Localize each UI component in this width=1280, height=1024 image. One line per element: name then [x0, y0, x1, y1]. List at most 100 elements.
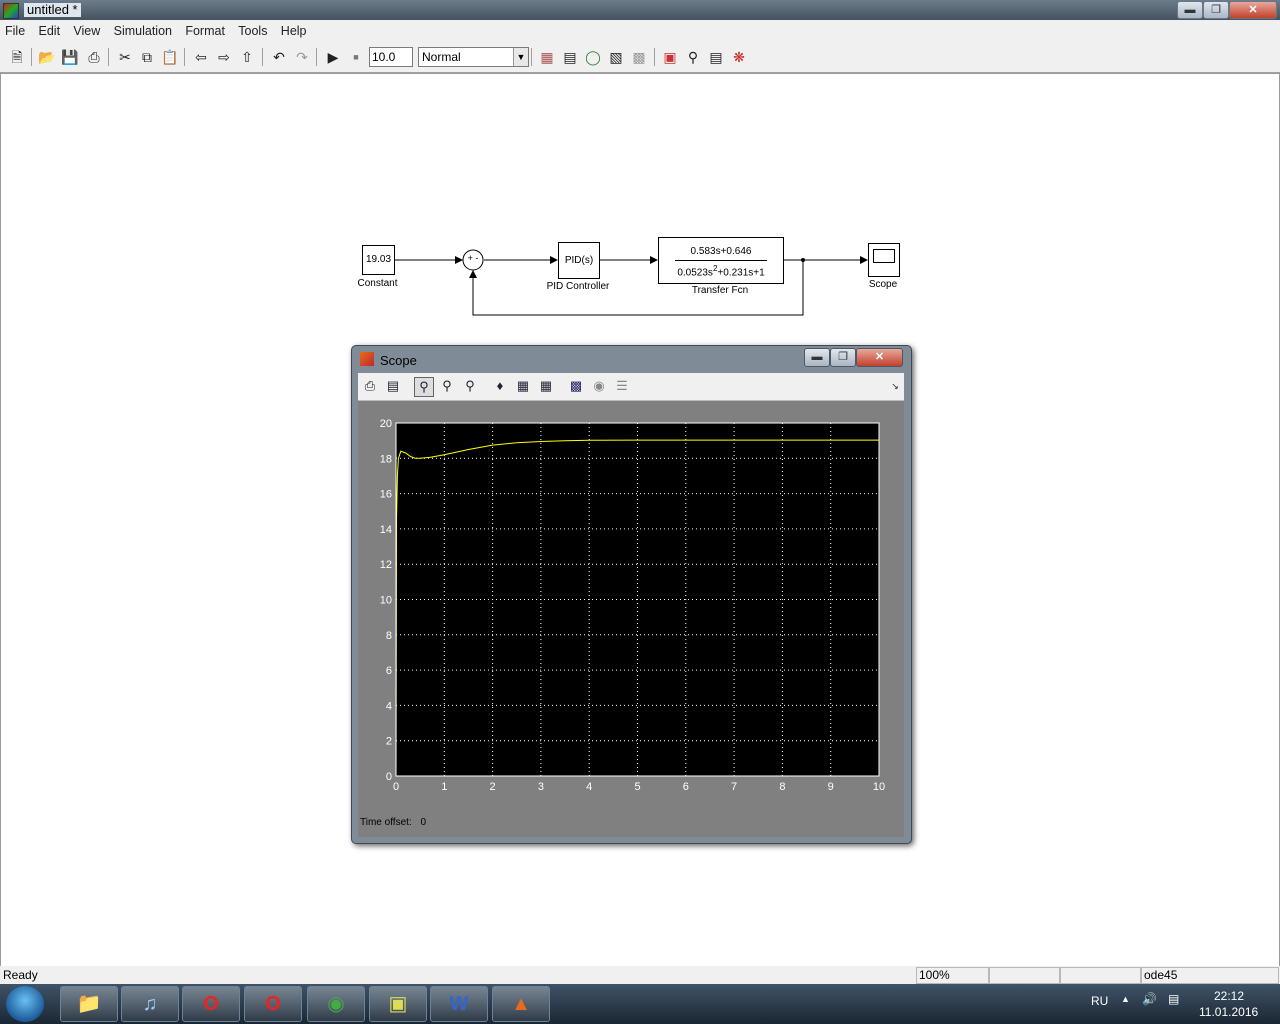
cut-icon[interactable]: ✂ — [116, 48, 134, 66]
restore-axes-icon[interactable]: ▦ — [537, 377, 555, 395]
y-tick-label: 10 — [380, 595, 392, 607]
help-icon[interactable]: ❋ — [730, 48, 748, 66]
undo-icon[interactable]: ↶ — [270, 48, 288, 66]
clock-date[interactable]: 11.01.2016 — [1199, 1005, 1258, 1019]
scope-minimize-button[interactable]: ▬ — [804, 348, 830, 367]
scope-maximize-button[interactable]: ❐ — [830, 348, 856, 367]
up-icon[interactable]: ⇧ — [238, 48, 256, 66]
scope-toolbar: ⎙ ▤ ⚲ ⚲ ⚲ ♦ ▦ ▦ ▩ ◉ ☰ ↘ — [358, 373, 904, 401]
menu-bar: File Edit View Simulation Format Tools H… — [0, 20, 1280, 42]
find-icon[interactable]: ⚲ — [684, 48, 702, 66]
print-icon[interactable]: ⎙ — [361, 377, 379, 395]
matlab-icon[interactable]: ▲ — [492, 986, 550, 1022]
library-browser-icon[interactable]: ▦ — [538, 48, 556, 66]
back-icon[interactable]: ⇦ — [192, 48, 210, 66]
x-tick-label: 5 — [634, 781, 640, 793]
model-explorer-icon[interactable]: ▤ — [561, 48, 579, 66]
autoscale-icon[interactable]: ♦ — [491, 377, 509, 395]
x-tick-label: 8 — [779, 781, 785, 793]
y-tick-label: 14 — [380, 524, 392, 536]
tf-denominator: 0.0523s2+0.231s+1 — [677, 264, 765, 279]
scope-label: Scope — [868, 279, 898, 290]
scope-block[interactable] — [868, 243, 900, 277]
close-button[interactable]: ✕ — [1229, 1, 1277, 19]
signal-selection-icon[interactable]: ☰ — [613, 377, 631, 395]
model-advisor-icon[interactable]: ▤ — [707, 48, 725, 66]
minimize-button[interactable]: ▬ — [1177, 1, 1203, 19]
zoom-x-icon[interactable]: ⚲ — [438, 377, 456, 395]
transfer-fcn-block[interactable]: 0.583s+0.646 0.0523s2+0.231s+1 — [658, 237, 784, 284]
menu-tools[interactable]: Tools — [233, 20, 272, 42]
save-axes-icon[interactable]: ▦ — [514, 377, 532, 395]
time-offset-label: Time offset: — [360, 817, 412, 828]
open-icon[interactable]: 📂 — [38, 48, 56, 66]
menu-format[interactable]: Format — [180, 20, 230, 42]
debugger-icon[interactable]: ◯ — [584, 48, 602, 66]
y-tick-label: 16 — [380, 489, 392, 501]
x-tick-label: 7 — [731, 781, 737, 793]
toolbar: 🗎 📂 💾 ⎙ ✂ ⧉ 📋 ⇦ ⇨ ⇧ ↶ ↷ ▶ ■ 10.0 Normal … — [0, 42, 1280, 73]
status-cell-empty — [989, 967, 1060, 984]
menu-simulation[interactable]: Simulation — [109, 20, 177, 42]
notes-icon[interactable]: ▣ — [369, 986, 427, 1022]
matlab-figure-icon — [360, 352, 374, 366]
clock-time[interactable]: 22:12 — [1214, 989, 1244, 1003]
solver-name: ode45 — [1141, 967, 1279, 984]
maximize-button[interactable]: ❐ — [1203, 1, 1229, 19]
volume-icon[interactable]: 🔊 — [1142, 992, 1157, 1006]
opera-icon[interactable]: O — [182, 986, 240, 1022]
build-icon[interactable]: ▧ — [607, 48, 625, 66]
menu-file[interactable]: File — [0, 20, 30, 42]
opera-icon[interactable]: O — [244, 986, 302, 1022]
menu-view[interactable]: View — [68, 20, 105, 42]
word-icon[interactable]: W — [430, 986, 488, 1022]
stop-icon[interactable]: ■ — [347, 48, 365, 66]
play-icon[interactable]: ▶ — [324, 48, 342, 66]
zoom-y-icon[interactable]: ⚲ — [461, 377, 479, 395]
start-button[interactable] — [6, 986, 44, 1022]
scope-window[interactable]: Scope ▬ ❐ ✕ ⎙ ▤ ⚲ ⚲ ⚲ ♦ ▦ ▦ ▩ ◉ ☰ ↘ 0123… — [351, 345, 912, 844]
x-tick-label: 0 — [393, 781, 399, 793]
forward-icon[interactable]: ⇨ — [215, 48, 233, 66]
dock-arrow-icon[interactable]: ↘ — [886, 377, 904, 395]
floating-scope-icon[interactable]: ▩ — [567, 377, 585, 395]
network-icon[interactable]: ▤ — [1168, 992, 1179, 1006]
zoom-level: 100% — [916, 967, 989, 984]
constant-label: Constant — [357, 278, 398, 289]
pid-controller-block[interactable]: PID(s) — [558, 242, 600, 279]
title-bar: untitled * ▬ ❐ ✕ — [0, 0, 1280, 20]
language-indicator[interactable]: RU — [1091, 994, 1108, 1008]
chrome-icon[interactable]: ◉ — [307, 986, 365, 1022]
x-tick-label: 6 — [683, 781, 689, 793]
menu-edit[interactable]: Edit — [34, 20, 66, 42]
window-title: untitled * — [24, 3, 81, 17]
music-icon[interactable]: ♫ — [121, 986, 179, 1022]
x-tick-label: 9 — [828, 781, 834, 793]
toolbar-separator — [316, 48, 317, 66]
scope-window-title: Scope — [380, 353, 417, 368]
stop-time-input[interactable]: 10.0 — [369, 47, 413, 67]
zoom-icon[interactable]: ⚲ — [414, 377, 434, 397]
scope-close-button[interactable]: ✕ — [856, 348, 903, 367]
toolbar-separator — [31, 48, 32, 66]
port-values-icon[interactable]: ▣ — [661, 48, 679, 66]
new-icon[interactable]: 🗎 — [8, 48, 26, 66]
print-icon[interactable]: ⎙ — [85, 48, 103, 66]
save-icon[interactable]: 💾 — [61, 48, 79, 66]
copy-icon[interactable]: ⧉ — [138, 48, 156, 66]
time-offset: Time offset: 0 — [360, 817, 426, 828]
toolbar-separator — [184, 48, 185, 66]
explorer-icon[interactable]: 📁 — [60, 986, 118, 1022]
scope-plot-area: 0 1 2 3 4 5 6 7 8 9 10 0 2 4 6 8 10 12 14 16 18 20 Time offse… — [358, 401, 904, 837]
menu-help[interactable]: Help — [276, 20, 312, 42]
simulation-mode-select[interactable]: Normal ▼ — [418, 47, 529, 67]
redo-icon[interactable]: ↷ — [293, 48, 311, 66]
chevron-up-icon[interactable]: ▲ — [1121, 994, 1130, 1004]
lock-icon[interactable]: ◉ — [590, 377, 608, 395]
paste-icon[interactable]: 📋 — [161, 48, 179, 66]
constant-block[interactable]: 19.03 — [362, 245, 395, 275]
tf-fraction-bar — [675, 260, 767, 261]
parameters-icon[interactable]: ▤ — [384, 377, 402, 395]
refresh-icon[interactable]: ▩ — [630, 48, 648, 66]
y-tick-label: 4 — [386, 700, 392, 712]
